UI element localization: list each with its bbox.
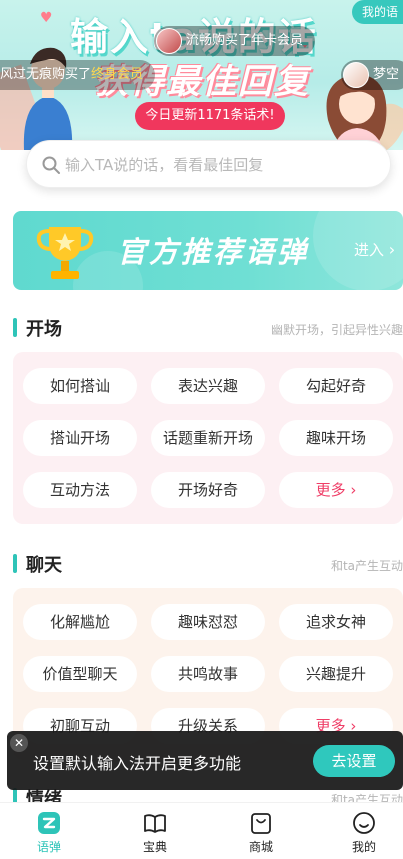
section-subtitle: 幽默开场，引起异性兴趣 (270, 323, 403, 337)
chip[interactable]: 趣味开场 (279, 420, 393, 456)
chip[interactable]: 化解尴尬 (23, 604, 137, 640)
more-button[interactable]: 更多 › (279, 472, 393, 508)
chip[interactable]: 表达兴趣 (151, 368, 265, 404)
search-input[interactable]: 输入TA说的话，看看最佳回复 (26, 140, 391, 188)
toast-message: 设置默认输入法开启更多功能 (33, 754, 242, 773)
chip[interactable]: 互动方法 (23, 472, 137, 508)
nav-label: 商城 (248, 840, 273, 854)
recommend-title: 官方推荐语弹 (117, 235, 310, 269)
purchase-ticker: 梦空 (341, 60, 403, 90)
chip[interactable]: 勾起好奇 (279, 368, 393, 404)
recommend-banner[interactable]: 官方推荐语弹 进入 › (13, 211, 403, 290)
nav-label: 我的 (351, 840, 376, 854)
nav-item-phrases[interactable]: 语弹 (19, 811, 79, 859)
book-icon (144, 814, 166, 833)
search-icon (42, 156, 60, 174)
enter-label: 进入 (354, 241, 385, 259)
ticker-text: 风过无痕购买了 (0, 67, 92, 82)
nav-label: 宝典 (142, 840, 167, 854)
chip[interactable]: 价值型聊天 (23, 656, 137, 692)
go-settings-button[interactable]: 去设置 (313, 745, 395, 777)
nav-item-store[interactable]: 商城 (231, 811, 291, 859)
ticker-highlight: 终身会员 (91, 67, 144, 82)
chip[interactable]: 开场好奇 (151, 472, 265, 508)
section-accent-bar (13, 318, 17, 337)
purchase-ticker: 流畅购买了年卡会员 (154, 26, 316, 56)
section-title: 聊天 (26, 555, 62, 576)
update-badge: 今日更新1171条话术! (135, 102, 285, 130)
ticker-text: 流畅购买了年卡会员 (186, 33, 304, 48)
chevron-right-icon: › (388, 240, 396, 259)
section-subtitle: 和ta产生互动 (330, 559, 403, 573)
ticker-text: 梦空 (373, 67, 400, 82)
recommend-enter-link[interactable]: 进入 › (354, 239, 395, 260)
chip-panel-opening: 如何搭讪 表达兴趣 勾起好奇 搭讪开场 话题重新开场 趣味开场 互动方法 开场好… (13, 352, 403, 524)
nav-item-me[interactable]: 我的 (334, 811, 394, 859)
section-accent-bar (13, 554, 17, 573)
chip[interactable]: 共鸣故事 (151, 656, 265, 692)
bag-icon (251, 813, 271, 834)
smile-icon (353, 812, 375, 834)
chip[interactable]: 趣味怼怼 (151, 604, 265, 640)
section-title: 开场 (26, 319, 62, 340)
bottom-nav: 语弹 宝典 商城 我的 (0, 802, 403, 859)
more-label: 更多 (315, 481, 346, 499)
nav-item-guide[interactable]: 宝典 (125, 811, 185, 859)
nav-label: 语弹 (36, 840, 61, 854)
app-screen: ♥ ♥ 输入ta说的话 获得最佳回复 流畅购买了年卡会员 风过无痕购买了终身会员 (0, 0, 403, 859)
purchase-ticker: 风过无痕购买了终身会员 (0, 60, 156, 90)
trophy-icon (36, 227, 94, 279)
chip[interactable]: 兴趣提升 (279, 656, 393, 692)
chip[interactable]: 搭讪开场 (23, 420, 137, 456)
search-placeholder: 输入TA说的话，看看最佳回复 (65, 156, 264, 174)
heart-icon: ♥ (40, 10, 53, 26)
my-phrases-tag[interactable]: 我的语 (352, 0, 403, 24)
chip[interactable]: 追求女神 (279, 604, 393, 640)
chip[interactable]: 如何搭讪 (23, 368, 137, 404)
avatar (156, 28, 182, 54)
section-header-chat: 聊天 和ta产生互动 (13, 550, 403, 578)
chevron-right-icon: › (345, 481, 357, 499)
bolt-icon (38, 812, 60, 834)
section-header-opening: 开场 幽默开场，引起异性兴趣 (13, 314, 403, 342)
chip[interactable]: 话题重新开场 (151, 420, 265, 456)
avatar (343, 62, 369, 88)
close-icon[interactable]: ✕ (10, 734, 28, 752)
hero-banner[interactable]: ♥ ♥ 输入ta说的话 获得最佳回复 流畅购买了年卡会员 风过无痕购买了终身会员 (0, 0, 403, 150)
ime-setup-toast: ✕ 设置默认输入法开启更多功能 去设置 (7, 731, 403, 790)
